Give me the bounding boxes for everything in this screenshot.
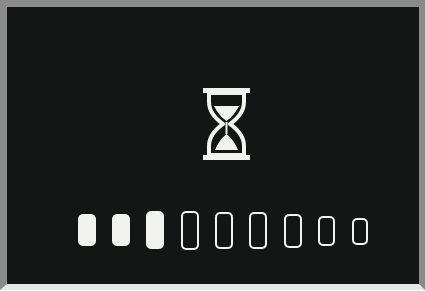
progress-segment-empty (181, 211, 199, 250)
progress-segment-empty (318, 216, 335, 246)
progress-segment-empty (352, 218, 368, 245)
progress-segment-empty (215, 212, 233, 249)
device-frame (0, 0, 425, 290)
loading-screen (14, 14, 425, 291)
progress-segment-empty (284, 214, 302, 248)
progress-segment-filled (112, 214, 130, 246)
progress-segment-filled (78, 214, 96, 246)
progress-segment-filled (146, 211, 164, 249)
progress-segment-empty (249, 212, 267, 249)
hourglass-icon (203, 88, 250, 160)
progress-bar (78, 204, 378, 254)
